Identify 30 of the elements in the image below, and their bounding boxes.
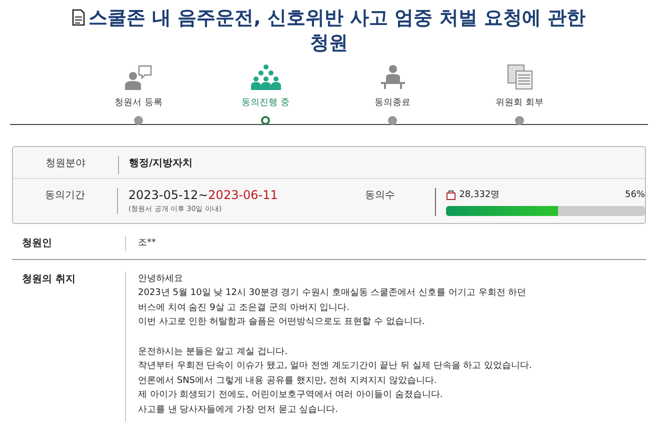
body-text: 작년부터 우회전 단속이 이슈가 됐고, 얼마 전엔 계도기간이 끝난 뒤 실제 단속을 하고 있었습니다. bbox=[138, 360, 532, 374]
podium-icon bbox=[378, 64, 406, 90]
petitioner-label: 청원인 bbox=[21, 237, 53, 251]
step-label: 위원회 회부 bbox=[496, 97, 544, 109]
step-label: 동의종료 bbox=[374, 97, 410, 109]
bag-icon bbox=[446, 190, 456, 200]
body-text: 안녕하세요 bbox=[138, 272, 184, 286]
body-text: 사고를 낸 당사자들에게 가장 먼저 묻고 싶습니다. bbox=[138, 404, 340, 417]
step-label: 청원서 등록 bbox=[114, 97, 162, 109]
body-text: 운전하시는 분들은 알고 계실 겁니다. bbox=[138, 346, 288, 359]
body-text: 제 아이가 희생되기 전에도, 어린이보호구역에서 여러 아이들이 숨졌습니다. bbox=[138, 389, 444, 402]
petitioner-name: 조** bbox=[138, 237, 156, 250]
period-label: 동의기간 bbox=[44, 189, 86, 202]
count-label: 동의수 bbox=[365, 189, 396, 202]
field-label: 청원분야 bbox=[44, 157, 86, 170]
signature-count: 28,332명 bbox=[459, 189, 500, 201]
group-icon bbox=[250, 64, 282, 90]
field-value: 행정/지방자치 bbox=[129, 157, 193, 170]
body-text: 이번 사고로 인한 허탈함과 슬픔은 어떤방식으로도 표현할 수 없습니다. bbox=[138, 316, 426, 330]
step-label: 동의진행 중 bbox=[242, 97, 290, 109]
percent-label: 56% bbox=[624, 190, 645, 200]
document-icon bbox=[72, 9, 86, 26]
body-text: 언론에서 SNS에서 그렇게 내용 공유를 했지만, 전혀 지켜지지 않았습니다. bbox=[138, 374, 438, 388]
body-text: 버스에 치여 숨진 9살 고 조은결 군의 아버지 입니다. bbox=[138, 302, 350, 315]
documents-icon bbox=[506, 64, 534, 90]
body-text: 2023년 5월 10일 낮 12시 30분경 경기 수원시 호매실동 스쿨존에서 신호를 어기고 우회전 하던 bbox=[138, 287, 528, 300]
period-dates: 2023-05-12~2023-06-11 bbox=[128, 188, 279, 202]
person-speech-icon bbox=[124, 64, 154, 90]
petition-title: 스쿨존 내 음주운전, 신호위반 사고 엄중 처벌 요청에 관한 청원 bbox=[64, 6, 594, 56]
purpose-label: 청원의 취지 bbox=[21, 272, 76, 287]
